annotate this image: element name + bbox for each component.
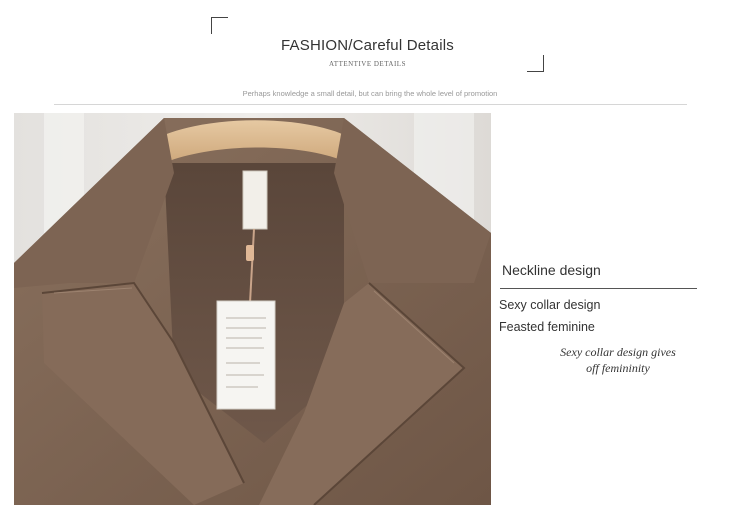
- page-tagline: Perhaps knowledge a small detail, but ca…: [242, 89, 498, 98]
- product-photo: [14, 113, 491, 505]
- detail-italic-line-1: Sexy collar design gives: [560, 345, 676, 359]
- page-title: FASHION/Careful Details: [281, 37, 454, 54]
- detail-line-2: Feasted feminine: [499, 320, 595, 334]
- detail-italic-caption: Sexy collar design gives off femininity: [548, 344, 688, 376]
- page-subtitle: ATTENTIVE DETAILS: [329, 60, 406, 68]
- detail-line-1: Sexy collar design: [499, 298, 601, 312]
- detail-heading: Neckline design: [502, 262, 601, 278]
- detail-italic-line-2: off femininity: [586, 361, 650, 375]
- decorative-corner-top-left: [211, 17, 228, 34]
- header-divider: [54, 104, 687, 105]
- detail-divider: [500, 288, 697, 289]
